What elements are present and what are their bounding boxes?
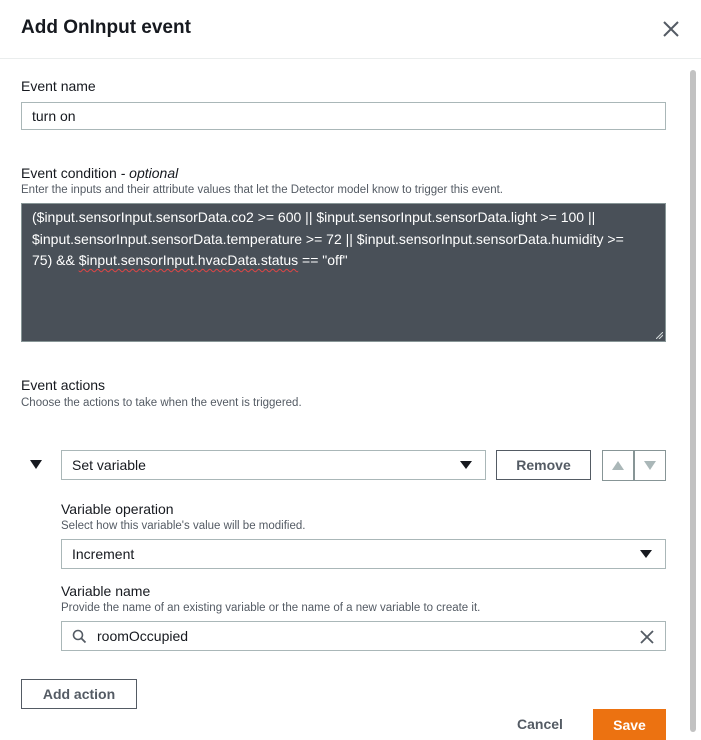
event-condition-description: Enter the inputs and their attribute val… xyxy=(21,184,503,196)
variable-name-label: Variable name xyxy=(61,583,151,599)
search-icon xyxy=(72,629,87,643)
condition-line-3-end: == "off" xyxy=(298,252,348,268)
move-up-button[interactable] xyxy=(602,450,634,481)
optional-tag: - optional xyxy=(120,165,179,181)
cancel-button[interactable]: Cancel xyxy=(517,716,563,732)
variable-operation-select[interactable]: Increment xyxy=(61,539,666,569)
scrollbar-thumb[interactable] xyxy=(690,70,696,732)
collapse-caret-icon[interactable] xyxy=(30,460,42,469)
variable-name-description: Provide the name of an existing variable… xyxy=(61,602,481,614)
dialog-title: Add OnInput event xyxy=(21,17,191,38)
event-name-value: turn on xyxy=(32,108,76,124)
event-name-label: Event name xyxy=(21,78,96,94)
variable-operation-description: Select how this variable's value will be… xyxy=(61,520,306,532)
arrow-down-icon xyxy=(644,461,656,470)
condition-line-2: $input.sensorInput.sensorData.temperatur… xyxy=(32,230,624,247)
condition-flagged-token: $input.sensorInput.hvacData.status xyxy=(78,252,299,268)
condition-line-3-start: 75) && xyxy=(32,252,79,268)
add-action-button[interactable]: Add action xyxy=(21,679,137,709)
save-button[interactable]: Save xyxy=(593,709,666,740)
dialog-scrollbar[interactable] xyxy=(688,68,697,736)
caret-down-icon xyxy=(460,461,472,469)
caret-down-icon xyxy=(640,550,652,558)
variable-name-value: roomOccupied xyxy=(97,628,189,644)
event-actions-description: Choose the actions to take when the even… xyxy=(21,397,302,409)
condition-line-1: ($input.sensorInput.sensorData.co2 >= 60… xyxy=(32,209,596,225)
resize-handle-icon[interactable] xyxy=(656,332,663,339)
clear-icon[interactable] xyxy=(640,630,654,644)
event-condition-label: Event condition - optional xyxy=(21,165,178,181)
remove-button[interactable]: Remove xyxy=(496,450,591,480)
event-condition-label-text: Event condition xyxy=(21,165,117,181)
action-type-value: Set variable xyxy=(72,457,146,473)
variable-operation-label: Variable operation xyxy=(61,501,174,517)
event-actions-label: Event actions xyxy=(21,377,106,393)
variable-operation-value: Increment xyxy=(72,546,135,562)
move-down-button[interactable] xyxy=(634,450,666,481)
action-type-select[interactable]: Set variable xyxy=(61,450,486,480)
event-name-input[interactable]: turn on xyxy=(21,102,666,130)
close-icon[interactable] xyxy=(660,18,682,40)
variable-name-input[interactable]: roomOccupied xyxy=(61,621,666,651)
add-oninput-event-dialog: Add OnInput event Event name turn on Eve… xyxy=(0,0,701,740)
arrow-up-icon xyxy=(612,461,624,470)
event-condition-editor[interactable]: ($input.sensorInput.sensorData.co2 >= 60… xyxy=(21,203,666,342)
dialog-header: Add OnInput event xyxy=(0,0,701,59)
